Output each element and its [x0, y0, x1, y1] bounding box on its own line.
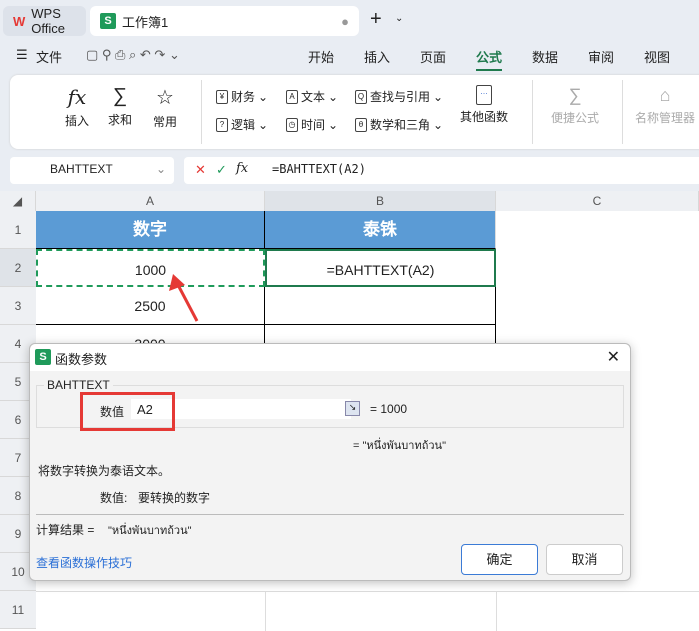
function-description: 将数字转换为泰语文本。	[38, 464, 171, 478]
spreadsheet-icon: S	[100, 13, 116, 29]
logic-icon: ?	[216, 117, 228, 132]
math-icon: θ	[355, 117, 367, 132]
sum-button[interactable]: ∑ 求和	[108, 85, 132, 128]
text-icon: A	[286, 89, 298, 104]
finance-icon: ¥	[216, 89, 228, 104]
label: 财务	[231, 90, 256, 104]
name-manager-icon: ⌂	[659, 85, 671, 105]
label: 求和	[108, 113, 133, 127]
highlight-box	[80, 392, 175, 431]
finance-button[interactable]: ¥ 财务 ⌄	[216, 88, 268, 105]
label: 常用	[153, 115, 178, 129]
row-header[interactable]: 1	[0, 211, 36, 249]
menu-file[interactable]: 文件	[36, 47, 62, 66]
cancel-x-icon[interactable]: ✕	[195, 162, 206, 178]
row-header[interactable]: 11	[0, 591, 36, 629]
unsaved-dot-icon: ●	[341, 13, 349, 29]
chevron-down-icon[interactable]: ⌄	[395, 13, 403, 24]
fx-icon[interactable]: fx	[236, 161, 248, 176]
spreadsheet-icon: S	[35, 349, 51, 365]
column-header-b[interactable]: B	[265, 191, 496, 211]
math-button[interactable]: θ 数学和三角 ⌄	[355, 116, 443, 133]
label: 其他函数	[460, 110, 509, 124]
tab-wps-office[interactable]: W WPS Office	[3, 6, 86, 36]
formula-input[interactable]: =BAHTTEXT(A2)	[272, 162, 366, 176]
insert-function-button[interactable]: fx 插入	[65, 85, 89, 129]
menu-formula[interactable]: 公式	[476, 47, 503, 71]
dialog-title: 函数参数	[55, 352, 108, 367]
argument-desc-label: 数值:	[100, 491, 128, 505]
clock-icon: ◷	[286, 117, 298, 132]
chevron-down-icon[interactable]: ⌄	[156, 162, 166, 176]
name-box-value: BAHTTEXT	[50, 162, 113, 176]
sigma-icon: ∑	[112, 85, 128, 107]
menu-page[interactable]: 页面	[420, 47, 446, 66]
more-icon: …	[476, 85, 492, 105]
label: 查找与引用	[370, 90, 431, 104]
lookup-button[interactable]: Q 查找与引用 ⌄	[355, 88, 443, 105]
close-icon[interactable]: ✕	[607, 347, 620, 367]
select-all[interactable]: ◢	[0, 191, 36, 211]
label: 逻辑	[231, 118, 256, 132]
cancel-button[interactable]: 取消	[546, 544, 623, 575]
ribbon: fx 插入 ∑ 求和 ☆ 常用 ¥ 财务 ⌄ A 文本 ⌄ Q 查找与引用 ⌄ ? 逻辑 ⌄ ◷ 时间 ⌄…	[10, 75, 699, 149]
menu-view[interactable]: 视图	[644, 47, 670, 66]
help-link[interactable]: 查看函数操作技巧	[36, 554, 132, 571]
column-header-c[interactable]: C	[496, 191, 699, 211]
column-header-a[interactable]: A	[36, 191, 265, 211]
menu-insert[interactable]: 插入	[364, 47, 390, 66]
function-name: BAHTTEXT	[44, 378, 113, 392]
calc-result-label: 计算结果 =	[36, 523, 95, 537]
range-select-icon[interactable]: ↘	[345, 401, 360, 416]
cell-b2[interactable]: =BAHTTEXT(A2)	[265, 249, 496, 287]
name-manager-button[interactable]: ⌂ 名称管理器	[635, 85, 695, 126]
label: 名称管理器	[635, 111, 696, 125]
label: 便捷公式	[551, 111, 600, 125]
label: 插入	[65, 114, 90, 128]
calc-result-value: "หนึ่งพันบาทถ้วน"	[108, 525, 192, 537]
tab-label: 工作簿1	[122, 14, 169, 30]
wps-logo-icon: W	[13, 13, 26, 29]
cell-a2[interactable]: 1000	[36, 249, 265, 287]
red-arrow-annotation	[169, 274, 199, 322]
argument-result: = 1000	[370, 402, 408, 416]
ok-button[interactable]: 确定	[461, 544, 538, 575]
dialog-titlebar: S 函数参数 ✕	[30, 344, 630, 371]
cell-b3[interactable]	[265, 287, 496, 325]
name-box[interactable]: BAHTTEXT ⌄	[10, 157, 174, 184]
menu-review[interactable]: 审阅	[588, 47, 614, 66]
common-button[interactable]: ☆ 常用	[153, 85, 177, 130]
formula-bar[interactable]: ✕ ✓ fx =BAHTTEXT(A2)	[184, 157, 699, 184]
fx-icon: fx	[67, 85, 87, 109]
star-icon: ☆	[156, 87, 174, 109]
text-button[interactable]: A 文本 ⌄	[286, 88, 338, 105]
new-tab-plus-icon[interactable]: +	[370, 8, 382, 31]
tab-label: WPS Office	[31, 6, 65, 36]
logic-button[interactable]: ? 逻辑 ⌄	[216, 116, 268, 133]
label: 数学和三角	[370, 118, 431, 132]
function-arguments-dialog: S 函数参数 ✕ BAHTTEXT 数值 A2 ↘ = 1000 = "หนึ่…	[29, 343, 631, 581]
cell-a3[interactable]: 2500	[36, 287, 265, 325]
other-functions-button[interactable]: … 其他函数	[460, 85, 508, 125]
row-header[interactable]: 3	[0, 287, 36, 325]
tab-workbook[interactable]: S 工作簿1 ●	[90, 6, 359, 36]
row-header[interactable]: 2	[0, 249, 36, 287]
confirm-check-icon[interactable]: ✓	[216, 162, 227, 178]
menu-start[interactable]: 开始	[308, 47, 334, 66]
menu-data[interactable]: 数据	[532, 47, 558, 66]
cell-a1[interactable]: 数字	[36, 211, 265, 249]
menu-icon[interactable]: ☰	[16, 47, 28, 63]
label: 时间	[301, 118, 326, 132]
label: 文本	[301, 90, 326, 104]
function-result: = "หนึ่งพันบาทถ้วน"	[353, 440, 446, 452]
quick-toolbar-icons[interactable]: ▢ ⚲ ⎙ ⌕ ↶ ↷ ⌄	[86, 47, 180, 63]
quick-formula-button[interactable]: ∑ 便捷公式	[551, 85, 599, 126]
lookup-icon: Q	[355, 89, 367, 104]
cell-b1[interactable]: 泰铢	[265, 211, 496, 249]
sigma-plus-icon: ∑	[568, 85, 582, 105]
argument-description: 要转换的数字	[138, 491, 211, 505]
time-button[interactable]: ◷ 时间 ⌄	[286, 116, 338, 133]
